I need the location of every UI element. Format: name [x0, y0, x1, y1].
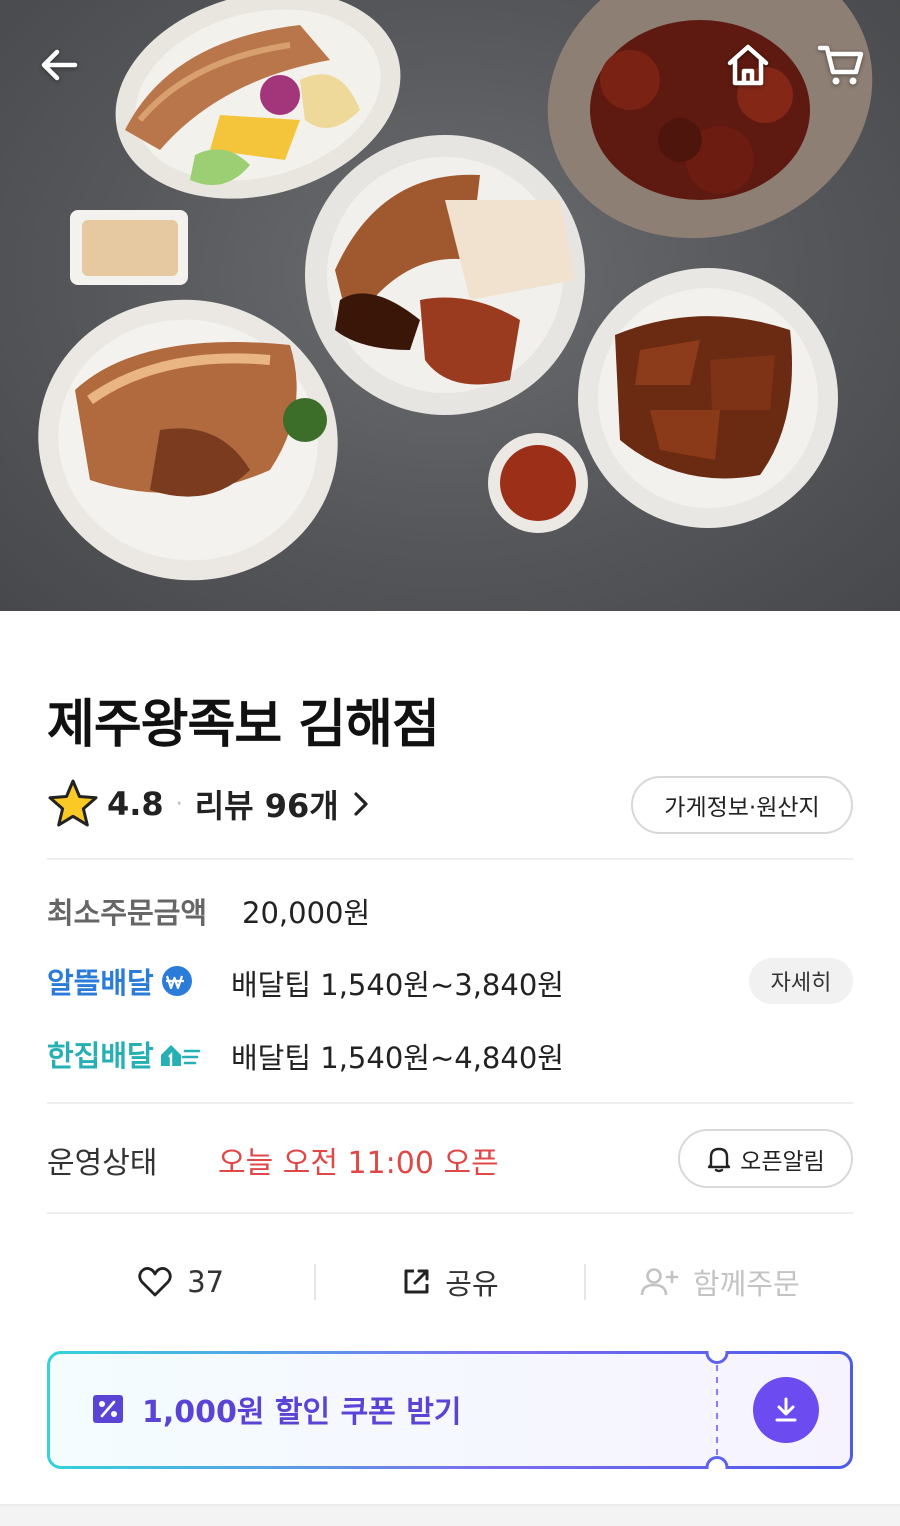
coupon-download-link[interactable]: 1,000원 할인 쿠폰 받기 — [92, 1387, 461, 1431]
chevron-right-icon — [354, 792, 368, 816]
bell-icon — [707, 1147, 731, 1172]
won-badge-icon — [161, 966, 192, 996]
hanjip-tip: 배달팁 1,540원~4,840원 — [231, 1041, 564, 1075]
open-notify-label: 오픈알림 — [740, 1148, 825, 1175]
add-person-icon — [640, 1268, 679, 1296]
operation-status-value: 오늘 오전 11:00 오픈 — [218, 1146, 499, 1181]
rating-row: 4.8 · 리뷰 96개 — [47, 776, 369, 832]
hanjip-delivery-label: 한집배달 — [47, 1039, 154, 1073]
cart-icon — [817, 45, 864, 85]
arrow-left-icon — [41, 49, 78, 81]
operation-status-label: 운영상태 — [47, 1146, 158, 1181]
review-link[interactable]: 리뷰 96개 — [195, 781, 369, 827]
min-order-value: 20,000원 — [242, 896, 371, 930]
altteul-tip: 배달팁 1,540원~3,840원 — [231, 968, 564, 1002]
download-icon — [775, 1397, 797, 1422]
share-label: 공유 — [445, 1267, 499, 1301]
action-row: 37 공유 함께주문 — [47, 1250, 853, 1314]
like-count: 37 — [187, 1265, 225, 1299]
rating-separator: · — [175, 791, 183, 817]
house-speed-icon — [160, 1045, 201, 1066]
divider — [47, 1102, 853, 1104]
altteul-delivery-tag: 알뜰배달 — [47, 960, 194, 1002]
home-icon — [727, 44, 769, 86]
section-gap — [0, 1504, 900, 1526]
heart-icon — [138, 1267, 172, 1297]
discount-coupon-icon — [93, 1395, 123, 1423]
store-name: 제주왕족보 김해점 — [47, 695, 440, 755]
store-hero-image — [0, 0, 900, 611]
share-button[interactable]: 공유 — [316, 1250, 583, 1314]
divider — [47, 858, 853, 860]
back-button[interactable] — [24, 30, 94, 100]
group-order-button[interactable]: 함께주문 — [586, 1250, 853, 1314]
group-order-label: 함께주문 — [692, 1267, 800, 1301]
rating-value: 4.8 — [107, 785, 164, 823]
min-order-label: 최소주문금액 — [47, 896, 208, 930]
star-icon — [48, 779, 98, 827]
store-info-origin-button[interactable]: 가게정보·원산지 — [631, 776, 853, 834]
hanjip-delivery-tag: 한집배달 — [47, 1033, 202, 1075]
like-button[interactable]: 37 — [47, 1250, 314, 1314]
coupon-label: 1,000원 할인 쿠폰 받기 — [142, 1395, 462, 1430]
coupon-banner: 1,000원 할인 쿠폰 받기 — [47, 1351, 853, 1469]
share-icon — [404, 1269, 429, 1294]
detail-button[interactable]: 자세히 — [749, 958, 853, 1004]
open-notify-button[interactable]: 오픈알림 — [678, 1129, 853, 1188]
altteul-delivery-label: 알뜰배달 — [47, 966, 154, 1000]
home-button[interactable] — [713, 30, 783, 100]
coupon-download-button[interactable] — [753, 1377, 819, 1443]
review-link-label: 리뷰 96개 — [194, 787, 339, 825]
cart-button[interactable] — [806, 30, 876, 100]
divider — [47, 1212, 853, 1214]
